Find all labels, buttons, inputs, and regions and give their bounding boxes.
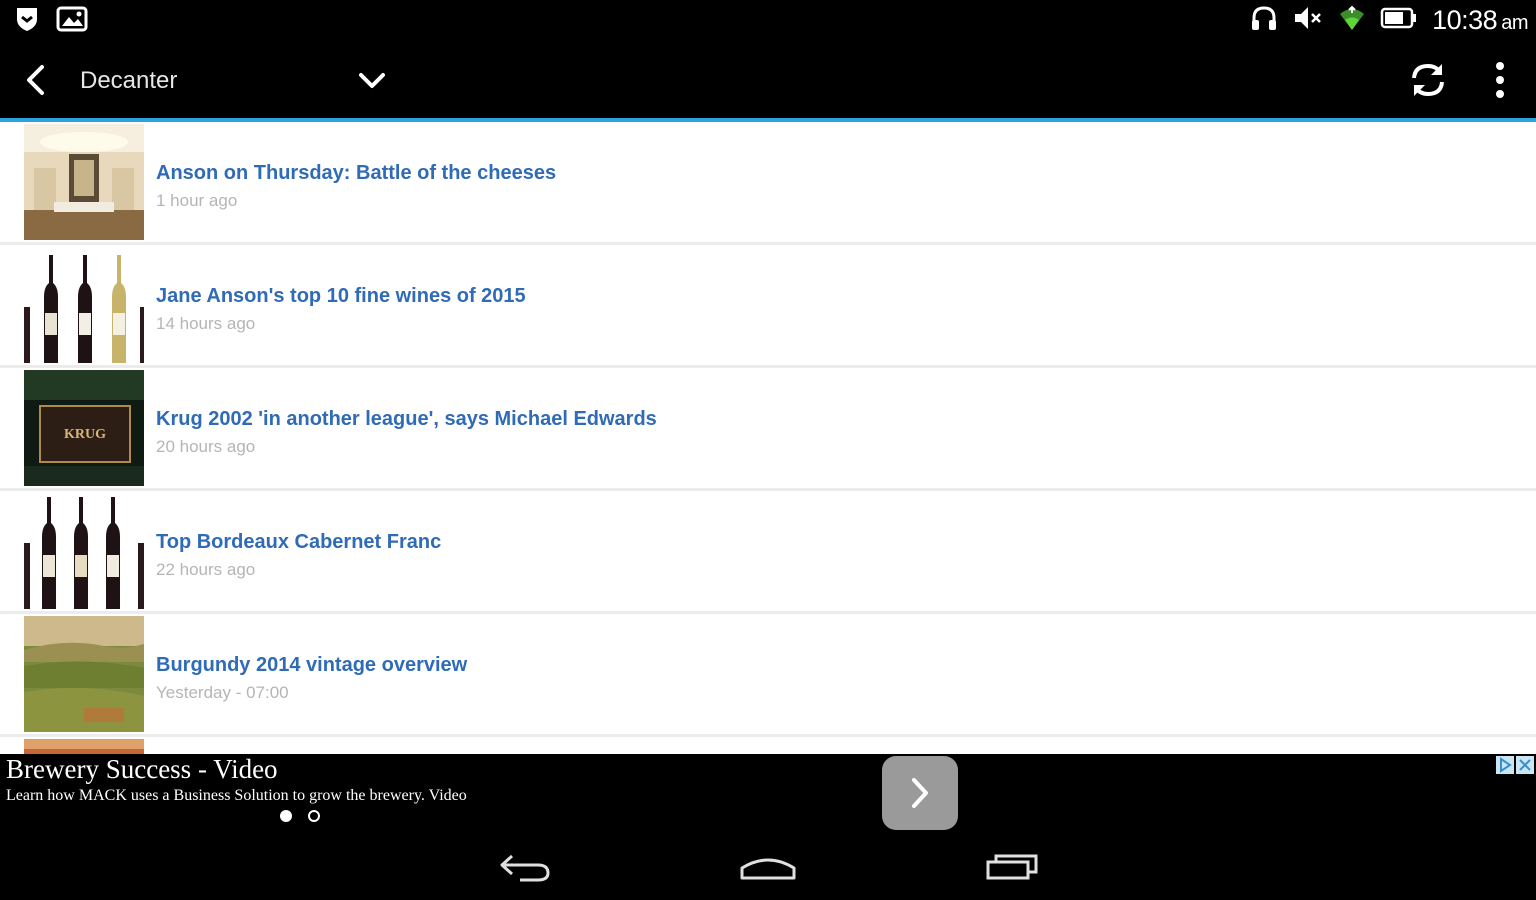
nav-back-icon[interactable]	[498, 848, 554, 884]
article-time: 14 hours ago	[156, 314, 256, 333]
wifi-icon	[1338, 4, 1366, 37]
back-arrow-icon[interactable]	[22, 64, 52, 96]
mute-icon	[1292, 4, 1324, 37]
article-thumbnail	[24, 739, 144, 754]
chevron-down-icon[interactable]	[356, 66, 388, 94]
overflow-menu-icon[interactable]	[1486, 60, 1514, 100]
ad-open-button[interactable]	[882, 756, 958, 830]
article-title[interactable]: Krug 2002 'in another league', says Mich…	[156, 408, 657, 431]
svg-text:KRUG: KRUG	[64, 427, 106, 442]
article-row[interactable]: KRUG Krug 2002 'in another league', says…	[0, 368, 1536, 488]
article-title[interactable]: Top Bordeaux Cabernet Franc	[156, 531, 441, 554]
gallery-icon	[56, 5, 88, 38]
article-title[interactable]: Anson on Thursday: Battle of the cheeses	[156, 162, 556, 185]
ad-page-dot	[308, 810, 320, 822]
article-title[interactable]: Jane Anson's top 10 fine wines of 2015	[156, 285, 526, 308]
article-time: Yesterday - 07:00	[156, 683, 289, 702]
article-row[interactable]: Top Bordeaux Cabernet Franc 22 hours ago	[0, 491, 1536, 611]
article-list: Anson on Thursday: Battle of the cheeses…	[0, 122, 1536, 754]
headphones-icon	[1250, 4, 1278, 37]
nav-home-icon[interactable]	[738, 850, 798, 882]
refresh-icon[interactable]	[1406, 58, 1450, 102]
clock: 10:38 am	[1432, 5, 1528, 35]
ad-banner[interactable]: Brewery Success - Video Learn how MACK u…	[0, 754, 1536, 834]
article-thumbnail: KRUG	[24, 370, 144, 486]
feed-title[interactable]: Decanter	[80, 67, 177, 95]
ad-description[interactable]: Learn how MACK uses a Business Solution …	[6, 787, 467, 805]
article-thumbnail	[24, 124, 144, 240]
ad-page-dot-active	[280, 810, 292, 822]
close-icon[interactable]	[1516, 756, 1534, 774]
article-thumbnail	[24, 616, 144, 732]
shield-icon	[14, 5, 40, 38]
status-bar: 10:38 am	[0, 0, 1536, 40]
article-row[interactable]: Jane Anson's top 10 fine wines of 2015 1…	[0, 245, 1536, 365]
article-row[interactable]: Anson on Thursday: Battle of the cheeses…	[0, 122, 1536, 242]
battery-icon	[1380, 4, 1418, 37]
ad-title[interactable]: Brewery Success - Video	[6, 754, 278, 785]
system-nav-bar	[0, 834, 1536, 900]
article-time: 22 hours ago	[156, 560, 256, 579]
action-bar: Decanter	[0, 40, 1536, 122]
article-row[interactable]: Burgundy 2014 vintage overview Yesterday…	[0, 614, 1536, 734]
article-time: 20 hours ago	[156, 437, 256, 456]
ad-page-indicator	[280, 810, 320, 822]
chevron-right-icon	[912, 778, 928, 808]
article-title[interactable]: Burgundy 2014 vintage overview	[156, 654, 467, 677]
article-thumbnail	[24, 247, 144, 363]
nav-recents-icon[interactable]	[984, 850, 1042, 882]
adchoices-icon[interactable]	[1496, 756, 1514, 774]
article-time: 1 hour ago	[156, 191, 238, 210]
article-thumbnail	[24, 493, 144, 609]
article-row[interactable]	[0, 737, 1536, 754]
